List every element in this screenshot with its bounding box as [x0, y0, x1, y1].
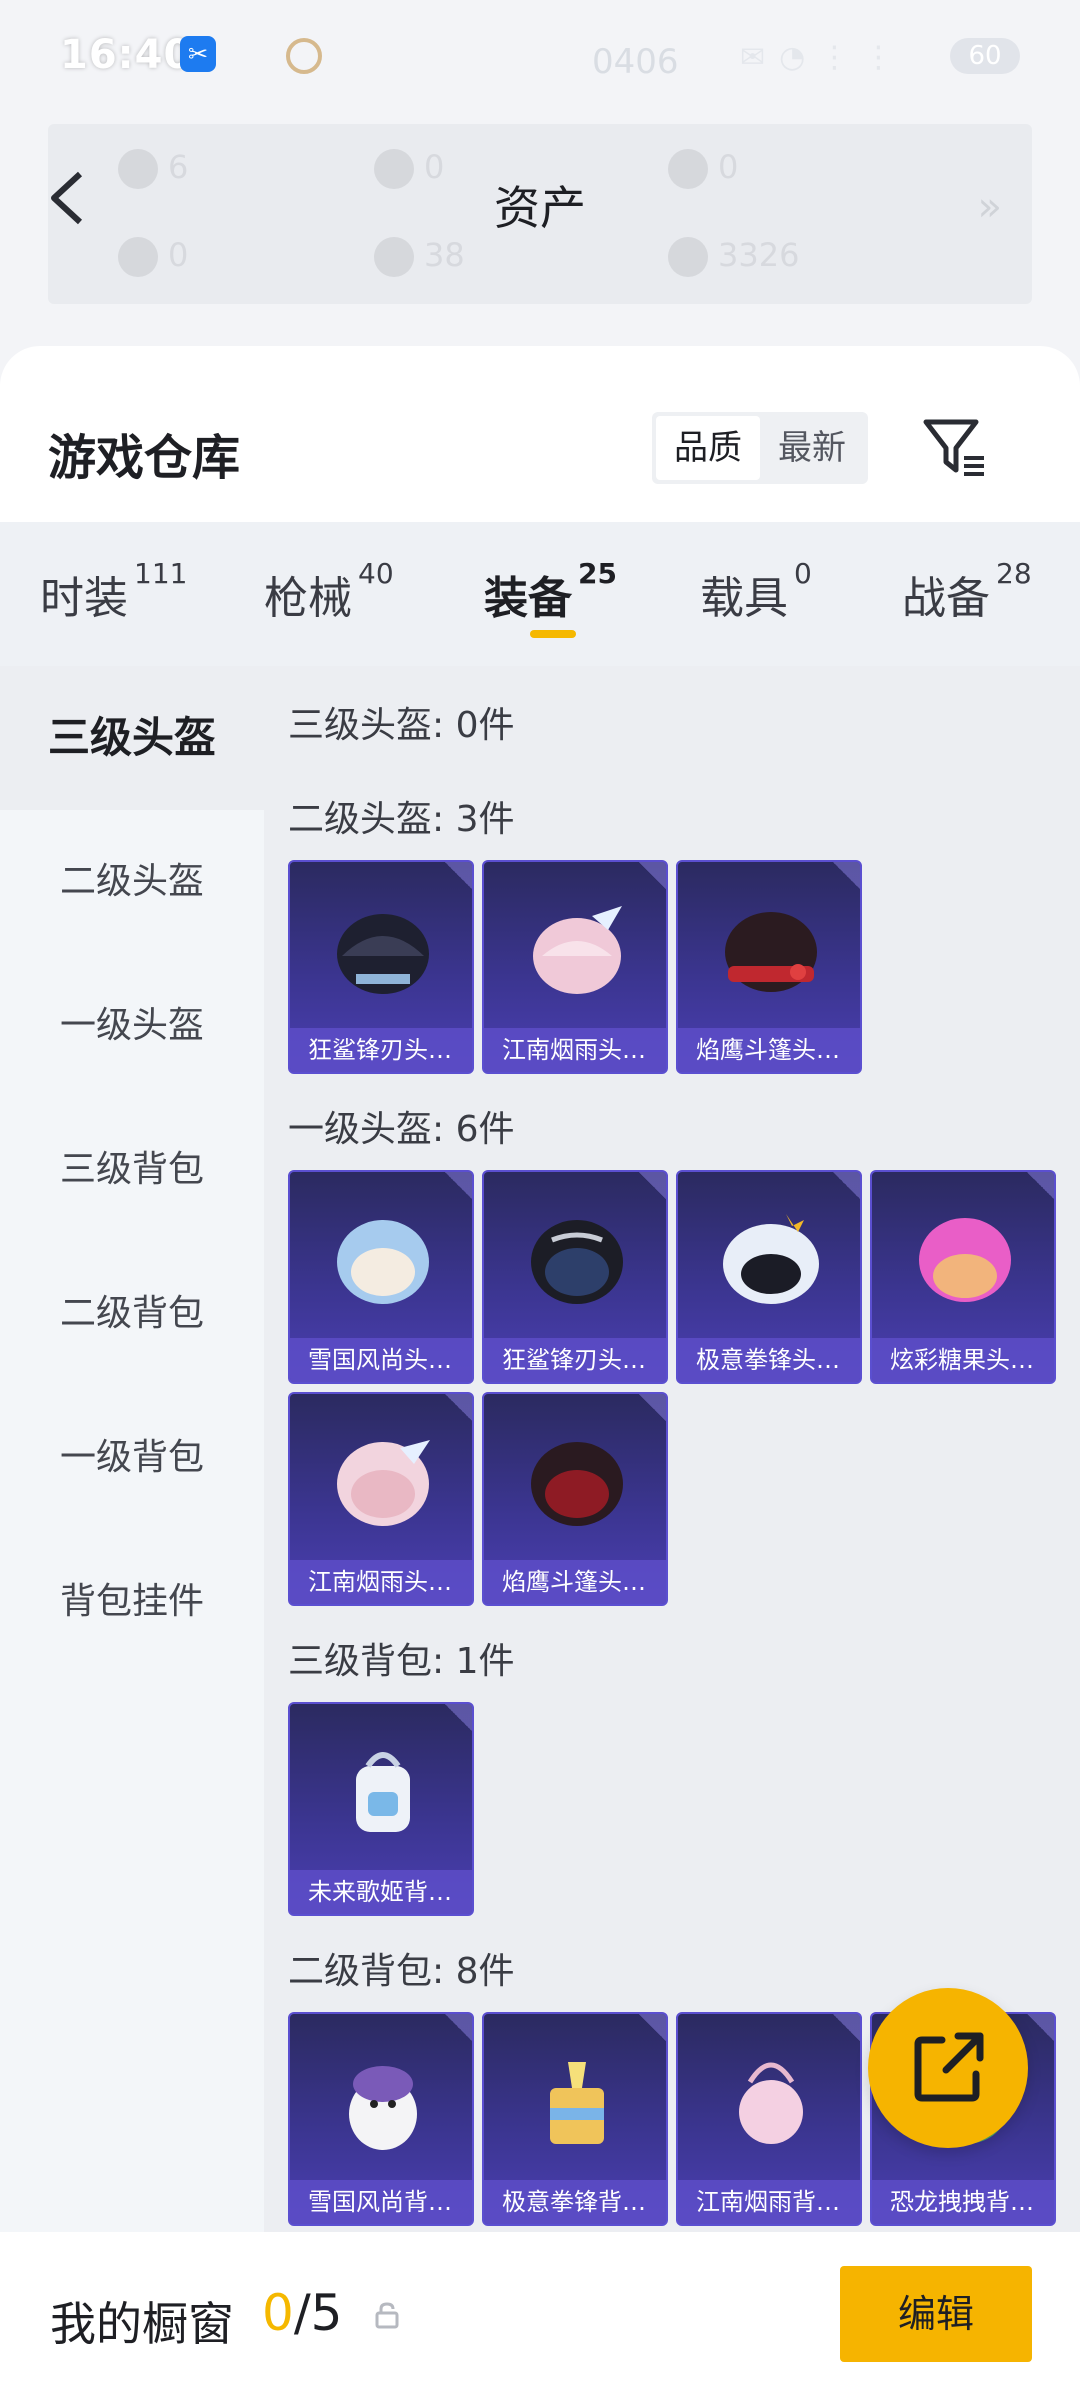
helmet-icon — [337, 1220, 429, 1304]
backpack-icon — [550, 2062, 604, 2144]
item-name: 雪国风尚头… — [290, 1338, 472, 1382]
item-name: 恐龙拽拽背… — [872, 2180, 1054, 2224]
item-name: 江南烟雨头… — [290, 1560, 472, 1604]
sidebar-item-helmet-2[interactable]: 二级头盔 — [0, 810, 264, 954]
gold-icon — [668, 237, 708, 277]
item-name: 极意拳锋头… — [678, 1338, 860, 1382]
sidebar-item-backpack-2[interactable]: 二级背包 — [0, 1242, 264, 1386]
status-bar: 16:40 ✂ 0406 ✉◔⋮⋮ 60 — [0, 0, 1080, 110]
section-title: 一级头盔: 6件 — [288, 1109, 515, 1150]
tab-weapons[interactable]: 枪械 40 — [264, 557, 394, 626]
showcase-count: 0/5 — [262, 2284, 343, 2342]
share-button[interactable] — [868, 1988, 1028, 2148]
item-card[interactable]: 狂鲨锋刃头… — [288, 860, 474, 1074]
section-title: 三级头盔: 0件 — [288, 705, 515, 746]
asset-gold: 3326 — [668, 236, 799, 277]
item-card[interactable]: 雪国风尚背… — [288, 2012, 474, 2226]
item-card[interactable]: 江南烟雨背… — [676, 2012, 862, 2226]
medal-icon — [286, 38, 322, 74]
card-icon — [118, 237, 158, 277]
asset-card: 0 — [118, 236, 188, 277]
section-title: 二级头盔: 3件 — [288, 799, 515, 840]
helmet-icon — [337, 914, 429, 994]
item-name: 狂鲨锋刃头… — [484, 1338, 666, 1382]
helmet-icon — [725, 912, 817, 992]
chevron-right-double-icon[interactable]: » — [978, 184, 1002, 230]
item-card[interactable]: 极意拳锋头… — [676, 1170, 862, 1384]
item-card[interactable]: 江南烟雨头… — [288, 1392, 474, 1606]
filter-button[interactable] — [920, 412, 990, 482]
item-name: 狂鲨锋刃头… — [290, 1028, 472, 1072]
active-tab-indicator — [530, 630, 576, 638]
item-card[interactable]: 未来歌姬背… — [288, 1702, 474, 1916]
tab-supplies[interactable]: 战备 28 — [902, 557, 1032, 626]
section-title: 三级背包: 1件 — [288, 1641, 515, 1682]
tab-fashion[interactable]: 时装 111 — [40, 557, 187, 626]
item-name: 极意拳锋背… — [484, 2180, 666, 2224]
item-card[interactable]: 狂鲨锋刃头… — [482, 1170, 668, 1384]
item-card[interactable]: 江南烟雨头… — [482, 860, 668, 1074]
status-time: 16:40 — [60, 32, 193, 78]
section-title: 二级背包: 8件 — [288, 1951, 515, 1992]
app-notification-icon: ✂ — [180, 36, 216, 72]
helmet-icon — [533, 906, 622, 994]
helmet-icon — [531, 1442, 623, 1526]
item-name: 未来歌姬背… — [290, 1870, 472, 1914]
lock-icon — [375, 2302, 399, 2329]
sort-toggle: 品质 最新 — [652, 412, 868, 484]
item-name: 焰鹰斗篷头… — [484, 1560, 666, 1604]
sort-newest-button[interactable]: 最新 — [760, 416, 864, 480]
asset-silver: 38 — [374, 236, 465, 277]
sidebar-item-backpack-1[interactable]: 一级背包 — [0, 1386, 264, 1530]
item-card[interactable]: 炫彩糖果头… — [870, 1170, 1056, 1384]
backpack-icon — [356, 1752, 410, 1832]
showcase-bar: 我的橱窗 0/5 编辑 — [0, 2232, 1080, 2400]
page-title: 资产 — [494, 181, 586, 235]
helmet-icon — [337, 1440, 430, 1526]
battery-indicator: 60 — [950, 38, 1020, 74]
item-card[interactable]: 雪国风尚头… — [288, 1170, 474, 1384]
edit-button[interactable]: 编辑 — [840, 2266, 1032, 2362]
sidebar-item-backpack-3[interactable]: 三级背包 — [0, 1098, 264, 1242]
filter-icon — [923, 419, 984, 476]
item-name: 炫彩糖果头… — [872, 1338, 1054, 1382]
tab-vehicles[interactable]: 载具 0 — [700, 557, 812, 626]
helmet-icon — [919, 1218, 1011, 1302]
tab-equipment[interactable]: 装备 25 — [484, 557, 617, 626]
assets-header: 6 0 0 0 38 3326 资产 » — [48, 124, 1032, 304]
sidebar-item-helmet-1[interactable]: 一级头盔 — [0, 954, 264, 1098]
sidebar-item-pendant[interactable]: 背包挂件 — [0, 1530, 264, 1674]
item-card[interactable]: 焰鹰斗篷头… — [482, 1392, 668, 1606]
item-name: 焰鹰斗篷头… — [678, 1028, 860, 1072]
back-button[interactable] — [44, 168, 94, 228]
helmet-icon — [723, 1214, 819, 1304]
category-tabs: 时装 111 枪械 40 装备 25 载具 0 战备 28 — [0, 522, 1080, 666]
helmet-icon — [531, 1220, 623, 1304]
sort-quality-button[interactable]: 品质 — [656, 416, 760, 480]
backpack-icon — [349, 2066, 417, 2150]
item-name: 雪国风尚背… — [290, 2180, 472, 2224]
signal-icons: ✉◔⋮⋮ — [740, 40, 908, 75]
item-name: 江南烟雨背… — [678, 2180, 860, 2224]
sidebar: 三级头盔 二级头盔 一级头盔 三级背包 二级背包 一级背包 背包挂件 — [0, 666, 264, 2232]
panel-title: 游戏仓库 — [48, 430, 241, 486]
item-card[interactable]: 极意拳锋背… — [482, 2012, 668, 2226]
sidebar-item-helmet-3[interactable]: 三级头盔 — [0, 666, 264, 810]
status-center-value: 0406 — [592, 42, 679, 82]
showcase-label: 我的橱窗 — [50, 2297, 234, 2351]
share-external-icon — [914, 2032, 984, 2102]
silver-icon — [374, 237, 414, 277]
backpack-icon — [739, 2062, 803, 2144]
chevron-left-icon — [51, 171, 83, 225]
item-card[interactable]: 焰鹰斗篷头… — [676, 860, 862, 1074]
item-name: 江南烟雨头… — [484, 1028, 666, 1072]
